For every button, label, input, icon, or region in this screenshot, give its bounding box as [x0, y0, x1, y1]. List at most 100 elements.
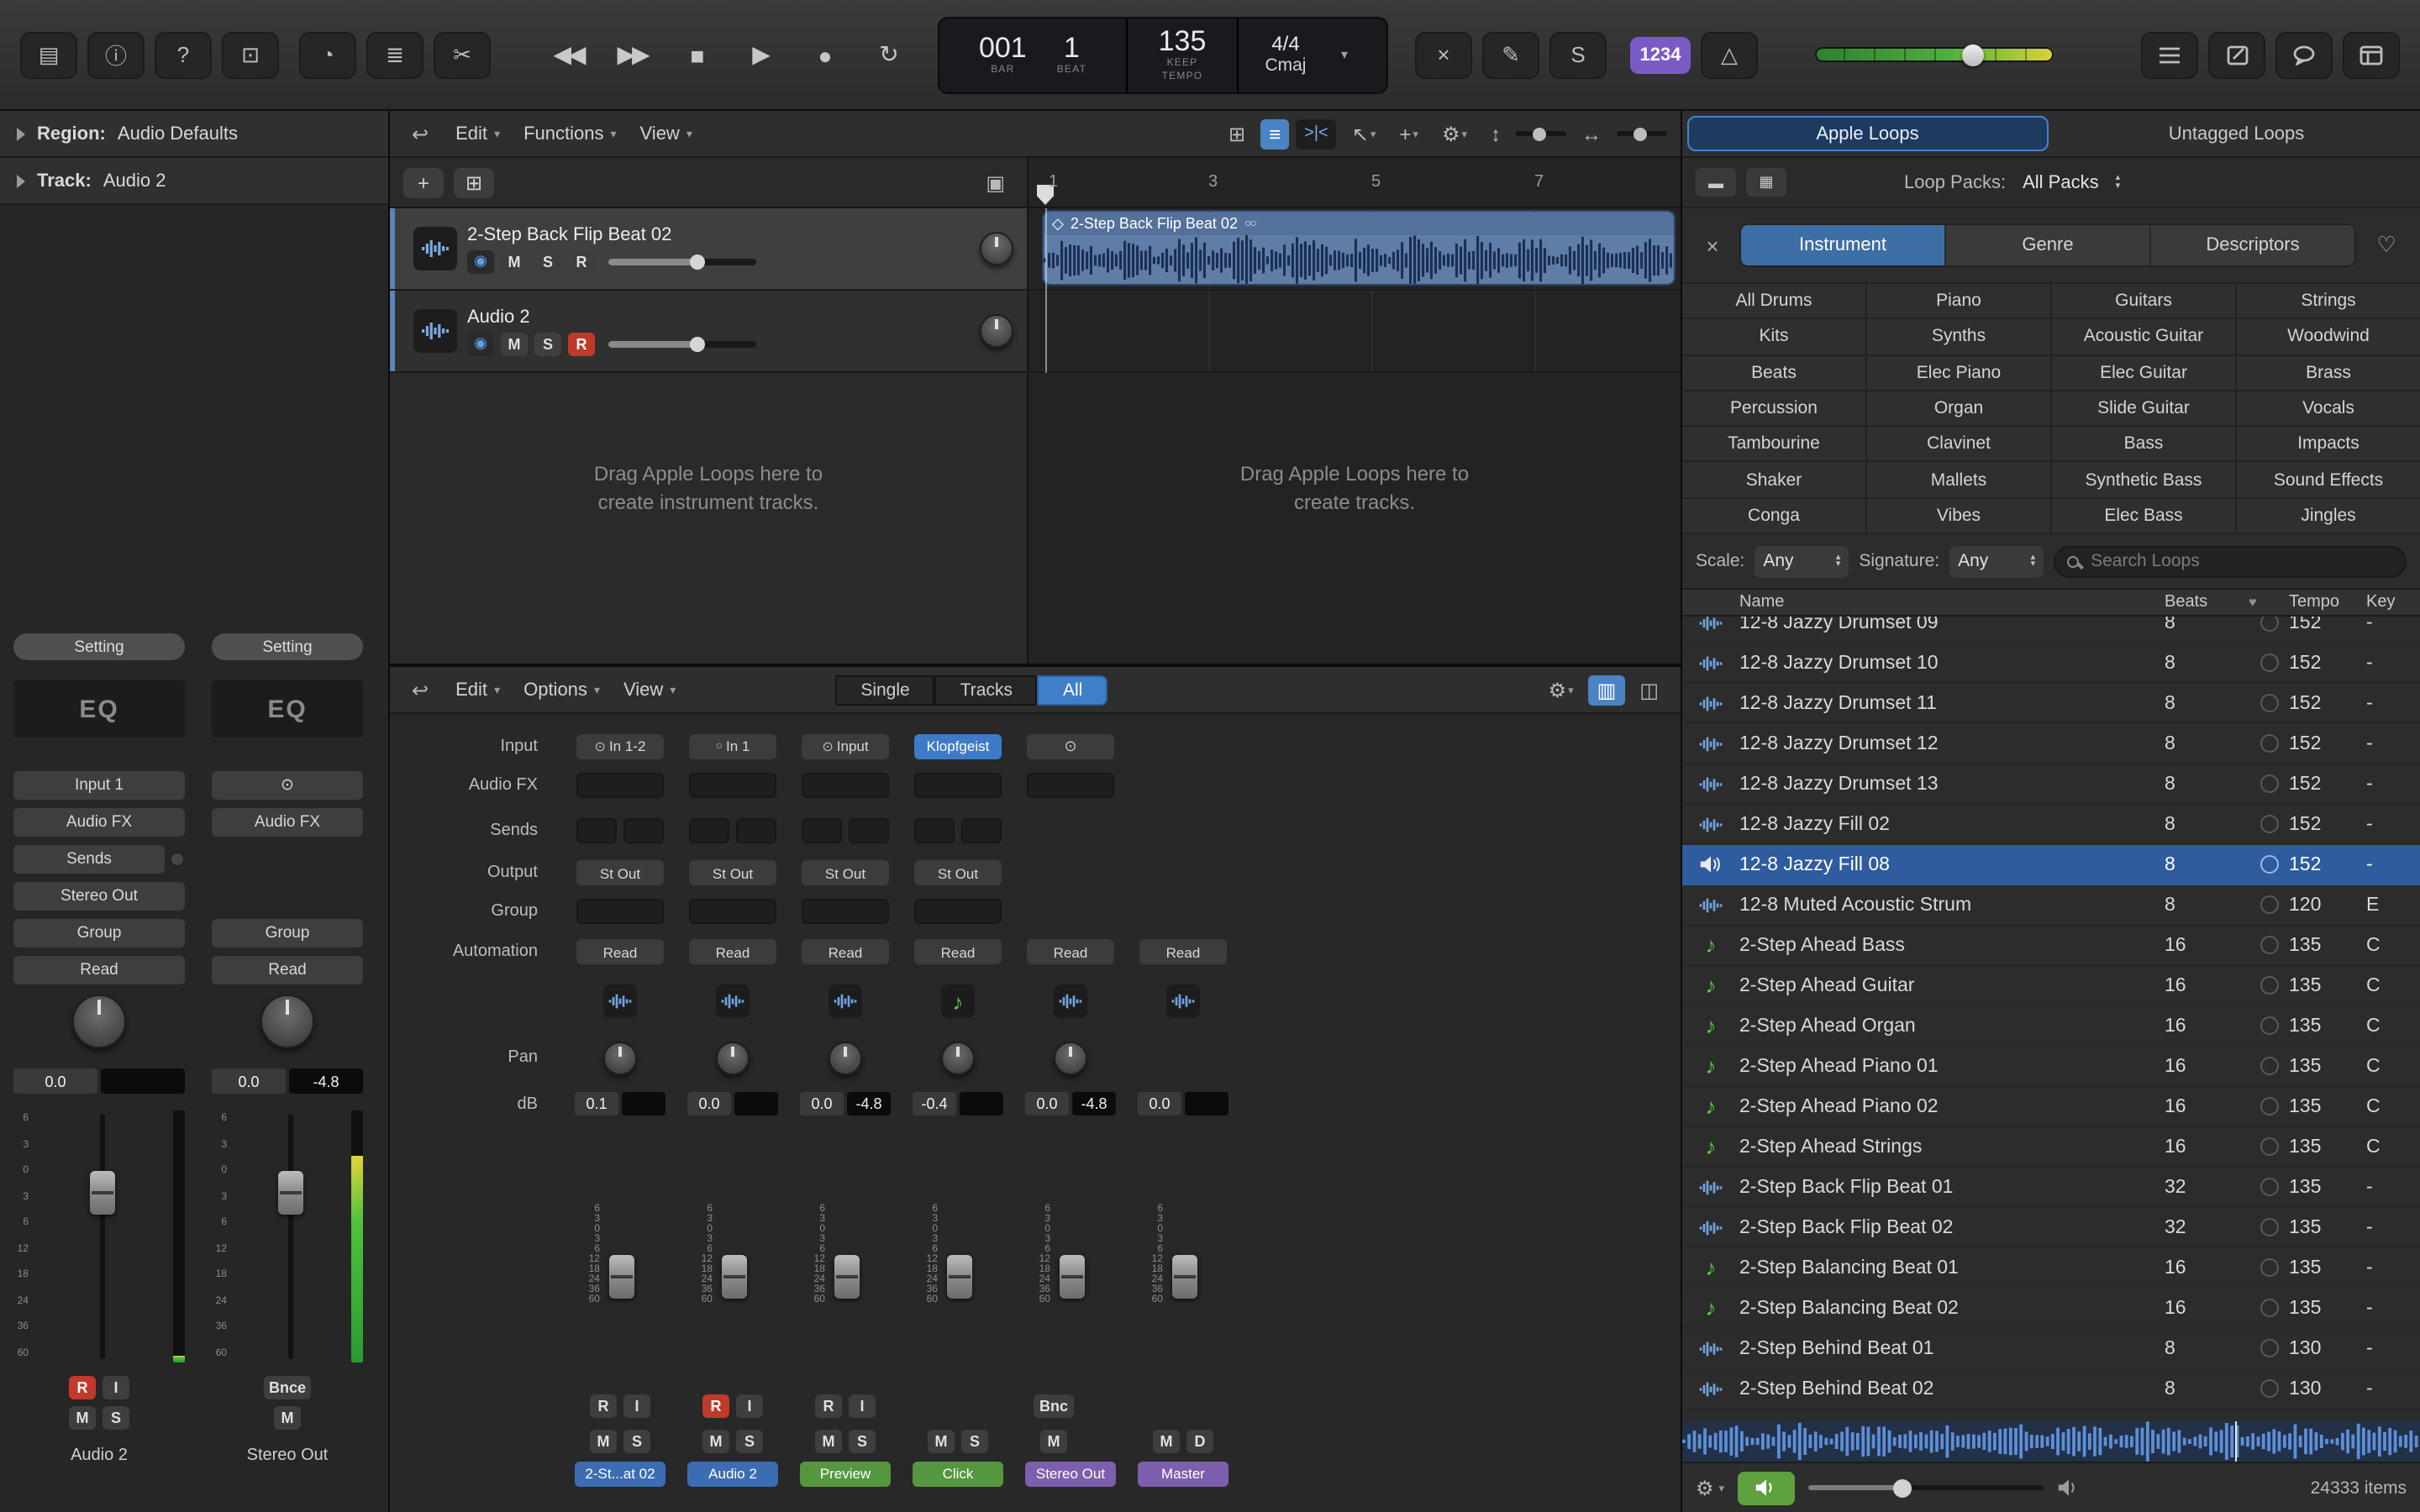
loop-category-button[interactable]: All Drums: [1682, 284, 1865, 318]
channel-name[interactable]: 2-St...at 02: [575, 1461, 666, 1486]
horizontal-zoom-slider[interactable]: [1617, 131, 1667, 136]
solo-button[interactable]: S: [534, 249, 561, 273]
loop-browser-tab[interactable]: Apple Loops: [1687, 116, 2048, 151]
favorite-circle-icon[interactable]: [2260, 654, 2278, 672]
favorite-circle-icon[interactable]: [2260, 1379, 2278, 1398]
record-enable-button[interactable]: R: [815, 1394, 842, 1417]
replace-mode-button[interactable]: ×: [1415, 31, 1472, 78]
loop-category-button[interactable]: Brass: [2237, 355, 2420, 390]
track-header[interactable]: 2-Step Back Flip Beat 02 ◉ M S R: [390, 208, 1028, 289]
input-monitor-button[interactable]: I: [849, 1394, 876, 1417]
group-slot[interactable]: Group: [212, 919, 363, 948]
loop-row[interactable]: ♪ 12-8 Jazzy Drumset 13 8 152 -: [1682, 764, 2420, 805]
column-header-beats[interactable]: Beats: [2165, 593, 2249, 612]
favorite-circle-icon[interactable]: [2260, 1097, 2278, 1116]
mute-button[interactable]: M: [274, 1406, 301, 1430]
favorite-toggle[interactable]: [2249, 1258, 2289, 1277]
favorite-circle-icon[interactable]: [2260, 936, 2278, 954]
favorite-toggle[interactable]: [2249, 734, 2289, 753]
track-volume-slider[interactable]: [608, 258, 756, 265]
fader-handle[interactable]: [89, 1171, 114, 1215]
solo-button[interactable]: S: [961, 1429, 988, 1452]
scale-dropdown[interactable]: Any: [1754, 545, 1849, 577]
send-knob[interactable]: [961, 817, 1002, 843]
preview-play-button[interactable]: [1738, 1471, 1795, 1504]
mute-button[interactable]: M: [928, 1429, 955, 1452]
track-name[interactable]: 2-Step Back Flip Beat 02: [467, 224, 970, 244]
loop-category-button[interactable]: Conga: [1682, 498, 1865, 533]
favorite-toggle[interactable]: [2249, 1016, 2289, 1035]
back-icon[interactable]: ↩: [403, 678, 437, 701]
transport-button[interactable]: ●: [803, 41, 844, 68]
mute-button[interactable]: M: [815, 1429, 842, 1452]
solo-button[interactable]: S: [623, 1429, 650, 1452]
vertical-zoom-slider[interactable]: [1516, 131, 1566, 136]
loop-category-button[interactable]: Synthetic Bass: [2052, 463, 2235, 497]
signature-dropdown[interactable]: Any: [1949, 545, 2044, 577]
track-on-button[interactable]: ◉: [467, 332, 494, 355]
mute-button[interactable]: M: [501, 249, 528, 273]
favorite-circle-icon[interactable]: [2260, 1299, 2278, 1317]
mute-button[interactable]: M: [501, 332, 528, 355]
loop-category-button[interactable]: Organ: [1867, 391, 2050, 426]
slider-handle[interactable]: [690, 254, 705, 269]
input-slot[interactable]: Input 1: [13, 771, 185, 800]
lcd-tempo[interactable]: 135 KEEP TEMPO: [1128, 18, 1239, 92]
loop-category-button[interactable]: Beats: [1682, 355, 1865, 390]
disclosure-triangle-icon[interactable]: [17, 127, 25, 140]
automation-mode-button[interactable]: Read: [212, 956, 363, 984]
loop-search-input[interactable]: [2087, 549, 2393, 573]
loop-row[interactable]: ♪ 2-Step Ahead Piano 01 16 135 C: [1682, 1047, 2420, 1087]
mute-button[interactable]: M: [69, 1406, 96, 1430]
favorite-circle-icon[interactable]: [2260, 895, 2278, 914]
sends-slot[interactable]: Sends: [13, 845, 165, 874]
button-view-toggle[interactable]: ▬: [1696, 168, 1736, 197]
lcd-signature-key[interactable]: 4/4 Cmaj: [1239, 18, 1333, 92]
loop-browser-tab[interactable]: Untagged Loops: [2058, 116, 2415, 151]
loop-filter-tab[interactable]: Genre: [1946, 225, 2151, 265]
toolbar-toggle-button[interactable]: ⊡: [222, 31, 279, 78]
column-header-name[interactable]: Name: [1682, 593, 2165, 612]
loop-category-button[interactable]: Elec Piano: [1867, 355, 2050, 390]
loop-row[interactable]: ♪ 12-8 Jazzy Drumset 09 8 152 -: [1682, 617, 2420, 643]
channel-setting-button[interactable]: Setting: [13, 633, 185, 660]
horizontal-zoom-icon[interactable]: ↔: [1573, 122, 1610, 145]
fader-handle[interactable]: [609, 1255, 634, 1299]
loop-row[interactable]: ♪ 2-Step Balancing Beat 02 16 135 -: [1682, 1289, 2420, 1329]
record-enable-button[interactable]: R: [69, 1376, 96, 1399]
loop-row[interactable]: ♪ 2-Step Ahead Piano 02 16 135 C: [1682, 1087, 2420, 1127]
favorite-circle-icon[interactable]: [2260, 1258, 2278, 1277]
pan-knob[interactable]: [1054, 1041, 1087, 1074]
editors-toggle-button[interactable]: ✂: [434, 31, 491, 78]
send-slot[interactable]: [802, 817, 842, 843]
track-volume-slider[interactable]: [608, 340, 756, 347]
favorite-toggle[interactable]: [2249, 1218, 2289, 1236]
vertical-zoom-icon[interactable]: ↕: [1482, 122, 1509, 145]
pan-knob[interactable]: [603, 1041, 637, 1074]
preview-volume-slider[interactable]: [1808, 1485, 2044, 1490]
column-view-toggle[interactable]: ▦: [1746, 168, 1786, 197]
favorite-toggle[interactable]: [2249, 815, 2289, 833]
transport-button[interactable]: ■: [676, 41, 716, 68]
loop-category-button[interactable]: Woodwind: [2237, 320, 2420, 354]
output-button[interactable]: St Out: [689, 860, 776, 885]
loop-category-button[interactable]: Percussion: [1682, 391, 1865, 426]
loop-row[interactable]: ♪ 12-8 Jazzy Drumset 12 8 152 -: [1682, 724, 2420, 764]
loop-packs-value[interactable]: All Packs: [2023, 172, 2099, 192]
track-header[interactable]: Audio 2 ◉ M S R: [390, 291, 1028, 371]
loop-row[interactable]: ♪ 2-Step Behind Beat 01 8 130 -: [1682, 1329, 2420, 1369]
loop-row[interactable]: ♪ 12-8 Jazzy Fill 02 8 152 -: [1682, 805, 2420, 845]
smart-controls-button[interactable]: ◔: [299, 31, 356, 78]
channel-name[interactable]: Master: [1138, 1461, 1228, 1486]
solo-button[interactable]: S: [534, 332, 561, 355]
group-slot[interactable]: [576, 899, 664, 924]
mixer-view-tab[interactable]: All: [1038, 675, 1107, 705]
loop-category-button[interactable]: Guitars: [2052, 284, 2235, 318]
loop-row[interactable]: ♪ 12-8 Jazzy Drumset 11 8 152 -: [1682, 684, 2420, 724]
loop-row[interactable]: ♪ 2-Step Back Flip Beat 02 32 135 -: [1682, 1208, 2420, 1248]
pan-knob[interactable]: [829, 1041, 862, 1074]
send-slot[interactable]: [914, 817, 955, 843]
track-pan-knob[interactable]: [980, 232, 1013, 265]
menu-item[interactable]: View: [629, 123, 704, 144]
fader-handle[interactable]: [722, 1255, 747, 1299]
